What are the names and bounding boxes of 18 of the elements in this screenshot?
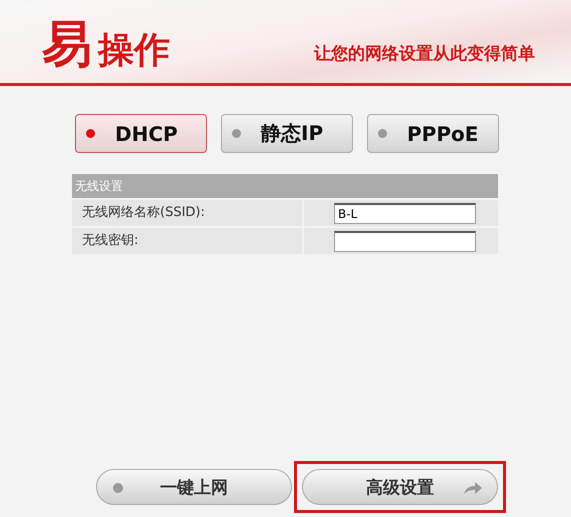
- input-field[interactable]: [334, 230, 476, 252]
- input-field[interactable]: B-L: [334, 202, 476, 224]
- arrow-icon: [463, 481, 483, 495]
- mode-button[interactable]: PPPoE: [367, 114, 499, 153]
- radio-dot-icon: [232, 129, 241, 138]
- logo-text: 操作: [98, 33, 170, 69]
- section-header: 无线设置: [72, 174, 498, 198]
- radio-dot-icon: [378, 129, 387, 138]
- radio-dot-icon: [86, 129, 95, 138]
- field-label: 无线密钥:: [72, 228, 302, 254]
- logo-text: 易: [42, 19, 92, 69]
- dot-icon: [113, 483, 123, 493]
- field-label: 无线网络名称(SSID):: [72, 200, 302, 226]
- mode-button[interactable]: 静态IP: [221, 114, 353, 153]
- mode-button[interactable]: DHCP: [75, 114, 207, 153]
- slogan-text: 让您的网络设置从此变得简单: [314, 43, 535, 65]
- action-button[interactable]: 一键上网: [96, 469, 292, 505]
- action-button[interactable]: 高级设置: [302, 469, 498, 505]
